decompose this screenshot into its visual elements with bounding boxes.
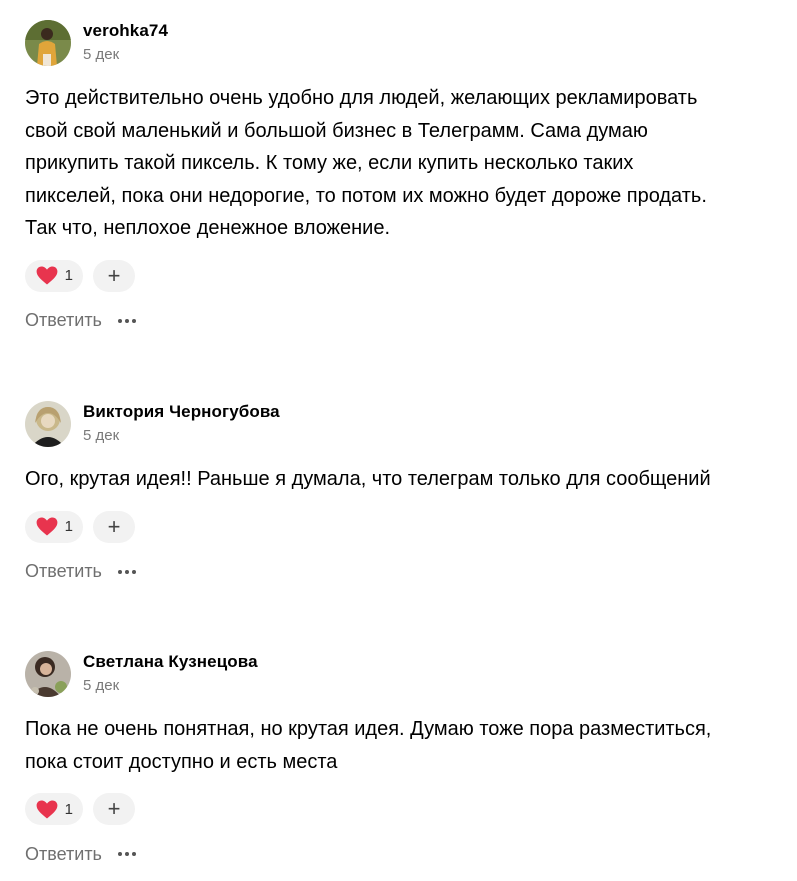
like-button[interactable]: 1 bbox=[25, 793, 83, 825]
add-reaction-button[interactable]: + bbox=[93, 259, 135, 292]
reactions-bar: 1 + bbox=[25, 259, 785, 292]
avatar[interactable] bbox=[25, 401, 71, 447]
comment-actions: Ответить bbox=[25, 307, 785, 335]
comment-date: 5 дек bbox=[83, 427, 120, 444]
more-options-icon[interactable] bbox=[117, 844, 136, 864]
reactions-bar: 1 + bbox=[25, 510, 785, 543]
heart-icon bbox=[36, 517, 58, 536]
comment-header: Светлана Кузнецова 5 дек bbox=[25, 651, 785, 697]
comment-text: Ого, крутая идея!! Раньше я думала, что … bbox=[25, 468, 711, 490]
avatar[interactable] bbox=[25, 20, 71, 66]
comment-header: Виктория Черногубова 5 дек bbox=[25, 401, 785, 447]
comment-author[interactable]: Светлана Кузнецова bbox=[83, 652, 258, 672]
more-options-icon[interactable] bbox=[117, 311, 136, 331]
comment-date: 5 дек bbox=[83, 677, 120, 694]
comment: Светлана Кузнецова 5 дек Пока не очень п… bbox=[25, 651, 785, 868]
heart-icon bbox=[36, 266, 58, 285]
comment-header: verohka74 5 дек bbox=[25, 20, 785, 66]
like-button[interactable]: 1 bbox=[25, 510, 83, 543]
comment: verohka74 5 дек Это действительно очень … bbox=[25, 20, 785, 335]
reply-button[interactable]: Ответить bbox=[25, 310, 102, 331]
comment-actions: Ответить bbox=[25, 840, 785, 868]
like-count: 1 bbox=[64, 267, 73, 284]
add-reaction-button[interactable]: + bbox=[93, 793, 135, 825]
comment-author[interactable]: verohka74 bbox=[83, 21, 168, 41]
like-count: 1 bbox=[64, 518, 73, 535]
heart-icon bbox=[36, 799, 58, 819]
comment-actions: Ответить bbox=[25, 558, 785, 586]
like-count: 1 bbox=[64, 800, 73, 818]
like-button[interactable]: 1 bbox=[25, 259, 83, 292]
comment-author[interactable]: Виктория Черногубова bbox=[83, 402, 280, 422]
reply-button[interactable]: Ответить bbox=[25, 561, 102, 582]
add-reaction-button[interactable]: + bbox=[93, 510, 135, 543]
comment: Виктория Черногубова 5 дек Ого, крутая и… bbox=[25, 401, 785, 586]
comment-date: 5 дек bbox=[83, 46, 120, 63]
more-options-icon[interactable] bbox=[117, 562, 136, 582]
reactions-bar: 1 + bbox=[25, 793, 785, 825]
comment-text: Это действительно очень удобно для людей… bbox=[25, 87, 707, 239]
comment-text: Пока не очень понятная, но крутая идея. … bbox=[25, 718, 712, 773]
reply-button[interactable]: Ответить bbox=[25, 844, 102, 865]
avatar[interactable] bbox=[25, 651, 71, 697]
